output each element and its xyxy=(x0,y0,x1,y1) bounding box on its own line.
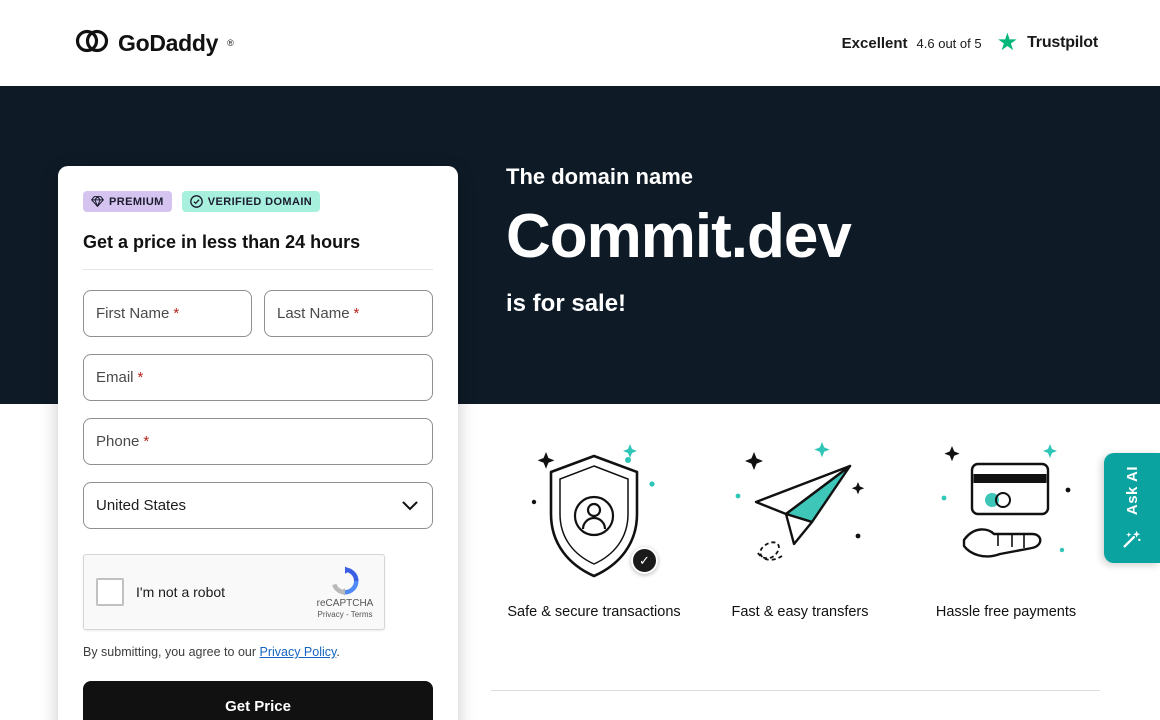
recaptcha-logo-block: reCAPTCHA Privacy - Terms xyxy=(316,566,374,619)
card-divider xyxy=(83,269,433,270)
last-name-field[interactable]: Last Name * xyxy=(264,290,433,337)
verified-badge-label: VERIFIED DOMAIN xyxy=(207,195,313,208)
feature-label: Hassle free payments xyxy=(935,604,1077,620)
feature-label: Fast & easy transfers xyxy=(731,604,869,620)
ask-ai-button[interactable]: Ask AI xyxy=(1104,453,1160,563)
required-asterisk: * xyxy=(143,433,150,450)
recaptcha-privacy-link[interactable]: Privacy xyxy=(318,610,344,619)
submit-disclaimer: By submitting, you agree to our Privacy … xyxy=(83,645,433,659)
hero-subtitle: The domain name xyxy=(506,164,694,189)
verified-domain-badge: VERIFIED DOMAIN xyxy=(181,191,321,212)
ask-ai-label: Ask AI xyxy=(1123,466,1141,516)
email-label: Email xyxy=(96,369,134,386)
phone-field[interactable]: Phone * xyxy=(83,418,433,465)
logo-registered-mark: ® xyxy=(227,38,234,48)
godaddy-logo-icon xyxy=(75,29,109,53)
feature-hassle-free: Hassle free payments xyxy=(903,438,1109,620)
logo-text: GoDaddy xyxy=(118,29,219,56)
phone-label: Phone xyxy=(96,433,140,450)
recaptcha-logo-icon xyxy=(332,566,359,595)
inquiry-form-card: PREMIUM VERIFIED DOMAIN Get a price in l… xyxy=(58,166,458,720)
premium-badge: PREMIUM xyxy=(83,191,172,212)
chevron-down-icon xyxy=(402,501,418,510)
verified-check-badge: ✓ xyxy=(631,547,658,574)
feature-safe-secure: ✓ Safe & secure transactions xyxy=(491,438,697,620)
trustpilot-excellent-label: Excellent xyxy=(841,34,908,52)
premium-badge-label: PREMIUM xyxy=(109,195,164,208)
first-name-field[interactable]: First Name * xyxy=(83,290,252,337)
privacy-policy-link[interactable]: Privacy Policy xyxy=(259,645,336,659)
last-name-label: Last Name xyxy=(277,305,350,322)
recaptcha-label: I'm not a robot xyxy=(136,584,226,600)
required-asterisk: * xyxy=(353,305,360,322)
country-select[interactable]: United States xyxy=(83,482,433,529)
trustpilot-rating[interactable]: Excellent 4.6 out of 5 ★ Trustpilot xyxy=(841,29,1099,56)
recaptcha-links: Privacy - Terms xyxy=(318,610,373,619)
recaptcha-brand: reCAPTCHA xyxy=(316,597,374,609)
disclaimer-period: . xyxy=(336,645,340,659)
shield-illustration: ✓ xyxy=(524,438,664,590)
magic-wand-icon xyxy=(1123,530,1141,548)
page: GoDaddy ® Excellent 4.6 out of 5 ★ Trustp… xyxy=(0,0,1160,720)
feature-label: Safe & secure transactions xyxy=(507,604,681,620)
badges-row: PREMIUM VERIFIED DOMAIN xyxy=(83,191,433,212)
trustpilot-brand: Trustpilot xyxy=(1027,34,1098,51)
godaddy-logo[interactable]: GoDaddy ® xyxy=(75,26,234,60)
feature-fast-transfers: Fast & easy transfers xyxy=(697,438,903,620)
domain-name: Commit.dev xyxy=(506,202,852,271)
hand-card-illustration xyxy=(936,438,1076,590)
hero-text: The domain name Commit.dev is for sale! xyxy=(506,164,852,318)
required-asterisk: * xyxy=(173,305,180,322)
first-name-label: First Name xyxy=(96,305,170,322)
recaptcha-checkbox[interactable] xyxy=(96,578,124,606)
required-asterisk: * xyxy=(137,369,144,386)
country-select-value: United States xyxy=(96,497,187,514)
header: GoDaddy ® Excellent 4.6 out of 5 ★ Trustp… xyxy=(0,0,1160,86)
section-divider xyxy=(491,690,1100,691)
get-price-button[interactable]: Get Price xyxy=(83,681,433,720)
form-title: Get a price in less than 24 hours xyxy=(83,232,361,252)
disclaimer-text: By submitting, you agree to our xyxy=(83,645,260,659)
paper-plane-illustration xyxy=(730,438,870,590)
recaptcha-links-separator: - xyxy=(343,609,351,619)
recaptcha-terms-link[interactable]: Terms xyxy=(351,610,373,619)
check-circle-icon xyxy=(189,195,203,208)
email-field[interactable]: Email * xyxy=(83,354,433,401)
name-fields-row: First Name * Last Name * xyxy=(83,290,433,354)
trustpilot-star-icon: ★ xyxy=(996,29,1019,56)
features-row: ✓ Safe & secure transactions Fast & easy… xyxy=(491,438,1109,620)
hero-for-sale: is for sale! xyxy=(506,290,627,317)
recaptcha-widget: I'm not a robot reCAPTCHA Privacy - Term… xyxy=(83,554,385,630)
diamond-icon xyxy=(91,196,104,207)
trustpilot-score: 4.6 out of 5 xyxy=(916,35,982,51)
